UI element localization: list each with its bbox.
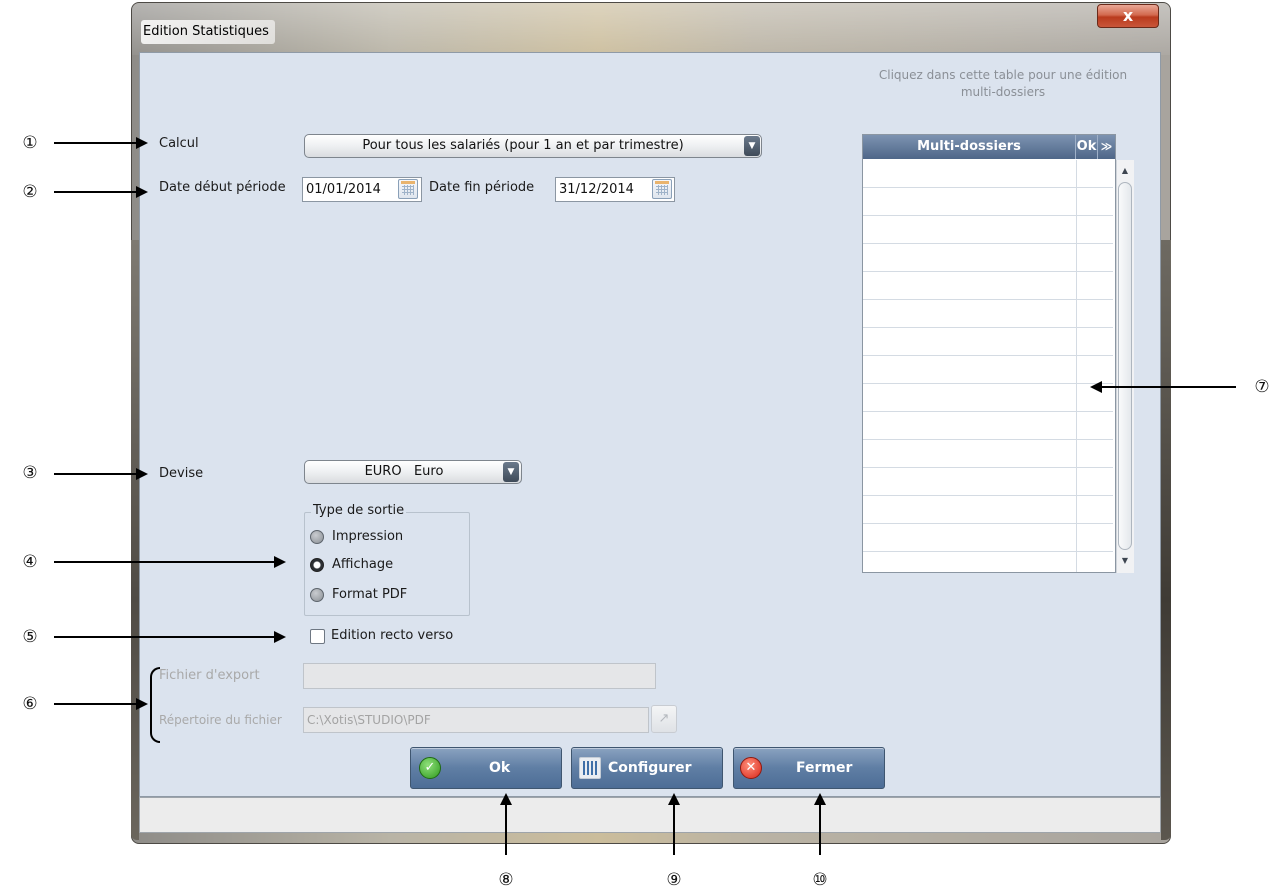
callout-4: ④ (22, 552, 38, 572)
column-divider (1076, 160, 1077, 572)
window-title: Edition Statistiques (141, 20, 275, 44)
callout-1: ① (22, 133, 38, 153)
configurer-button[interactable]: Configurer (571, 747, 723, 789)
scroll-down-icon[interactable]: ▼ (1116, 553, 1134, 569)
scroll-up-icon[interactable]: ▲ (1116, 163, 1134, 179)
type-sortie-title: Type de sortie (311, 503, 407, 518)
date-fin-value: 31/12/2014 (559, 182, 634, 197)
devise-label: Devise (159, 466, 204, 481)
recto-verso-checkbox[interactable] (310, 629, 325, 644)
sliders-icon (579, 757, 601, 779)
repertoire-value: C:\Xotis\STUDIO\PDF (307, 713, 431, 727)
callout-10: ⑩ (812, 870, 828, 890)
recto-verso-label[interactable]: Edition recto verso (331, 628, 453, 643)
arrow-head-icon (274, 556, 286, 568)
callout-9: ⑨ (666, 870, 682, 890)
bracket (150, 667, 160, 743)
repertoire-input[interactable]: C:\Xotis\STUDIO\PDF (303, 707, 649, 733)
column-multi-dossiers[interactable]: Multi-dossiers (863, 135, 1076, 159)
callout-3: ③ (22, 463, 38, 483)
arrow-head-icon (136, 186, 148, 198)
arrow-line (1100, 386, 1236, 388)
chevron-down-icon[interactable]: ▼ (744, 136, 760, 156)
fichier-export-label: Fichier d'export (159, 668, 260, 683)
status-bar (139, 797, 1161, 833)
table-header: Multi-dossiers Ok ≫ (863, 135, 1115, 159)
arrow-line (54, 473, 138, 475)
fichier-export-input[interactable] (303, 663, 656, 689)
date-fin-label: Date fin période (429, 180, 535, 195)
arrow-head-icon (136, 137, 148, 149)
arrow-line (54, 636, 276, 638)
calendar-icon[interactable] (398, 179, 418, 199)
calcul-combobox[interactable]: Pour tous les salariés (pour 1 an et par… (304, 134, 762, 158)
table-hint: Cliquez dans cette table pour une éditio… (878, 68, 1128, 99)
devise-value: EURO Euro (364, 464, 444, 479)
checkmark-icon: ✓ (419, 757, 441, 779)
folder-browse-icon: ↗ (658, 711, 670, 726)
arrow-line (54, 703, 138, 705)
callout-5: ⑤ (22, 627, 38, 647)
ok-button[interactable]: ✓ Ok (410, 747, 562, 789)
radio-format-pdf[interactable] (310, 588, 324, 602)
date-debut-value: 01/01/2014 (306, 182, 381, 197)
radio-affichage-label[interactable]: Affichage (332, 557, 393, 572)
calendar-icon[interactable] (652, 179, 672, 199)
arrow-head-icon (274, 631, 286, 643)
date-debut-label: Date début période (159, 180, 286, 195)
radio-impression[interactable] (310, 530, 324, 544)
arrow-line (54, 142, 138, 144)
callout-8: ⑧ (498, 870, 514, 890)
arrow-line (54, 191, 138, 193)
window-border-left (131, 240, 139, 840)
close-icon: ✕ (740, 757, 762, 779)
column-ok[interactable]: Ok (1076, 135, 1098, 159)
radio-affichage[interactable] (310, 558, 324, 572)
calcul-label: Calcul (159, 136, 199, 151)
arrow-line (673, 803, 675, 855)
callout-6: ⑥ (22, 694, 38, 714)
arrow-line (819, 803, 821, 855)
callout-7: ⑦ (1254, 377, 1270, 397)
fermer-button[interactable]: ✕ Fermer (733, 747, 885, 789)
close-icon: x (1122, 6, 1134, 25)
title-bar[interactable] (132, 3, 1170, 55)
arrow-line (54, 561, 276, 563)
arrow-head-icon (136, 698, 148, 710)
browse-folder-button[interactable]: ↗ (651, 705, 677, 733)
window-border-right (1161, 240, 1171, 840)
configurer-button-label: Configurer (608, 760, 692, 776)
arrow-line (505, 803, 507, 855)
ok-button-label: Ok (489, 760, 511, 776)
callout-2: ② (22, 182, 38, 202)
devise-combobox[interactable]: EURO Euro ▼ (304, 460, 522, 484)
radio-impression-label[interactable]: Impression (332, 529, 403, 544)
scrollbar-thumb[interactable] (1118, 182, 1132, 550)
calcul-value: Pour tous les salariés (pour 1 an et par… (362, 138, 684, 153)
arrow-head-icon (136, 468, 148, 480)
radio-format-pdf-label[interactable]: Format PDF (332, 587, 407, 602)
window-close-button[interactable]: x (1097, 4, 1159, 28)
repertoire-label: Répertoire du fichier (159, 713, 282, 727)
fermer-button-label: Fermer (796, 760, 853, 776)
column-menu-icon[interactable]: ≫ (1098, 135, 1115, 159)
chevron-down-icon[interactable]: ▼ (503, 462, 519, 482)
arrow-head-icon (1090, 381, 1102, 393)
